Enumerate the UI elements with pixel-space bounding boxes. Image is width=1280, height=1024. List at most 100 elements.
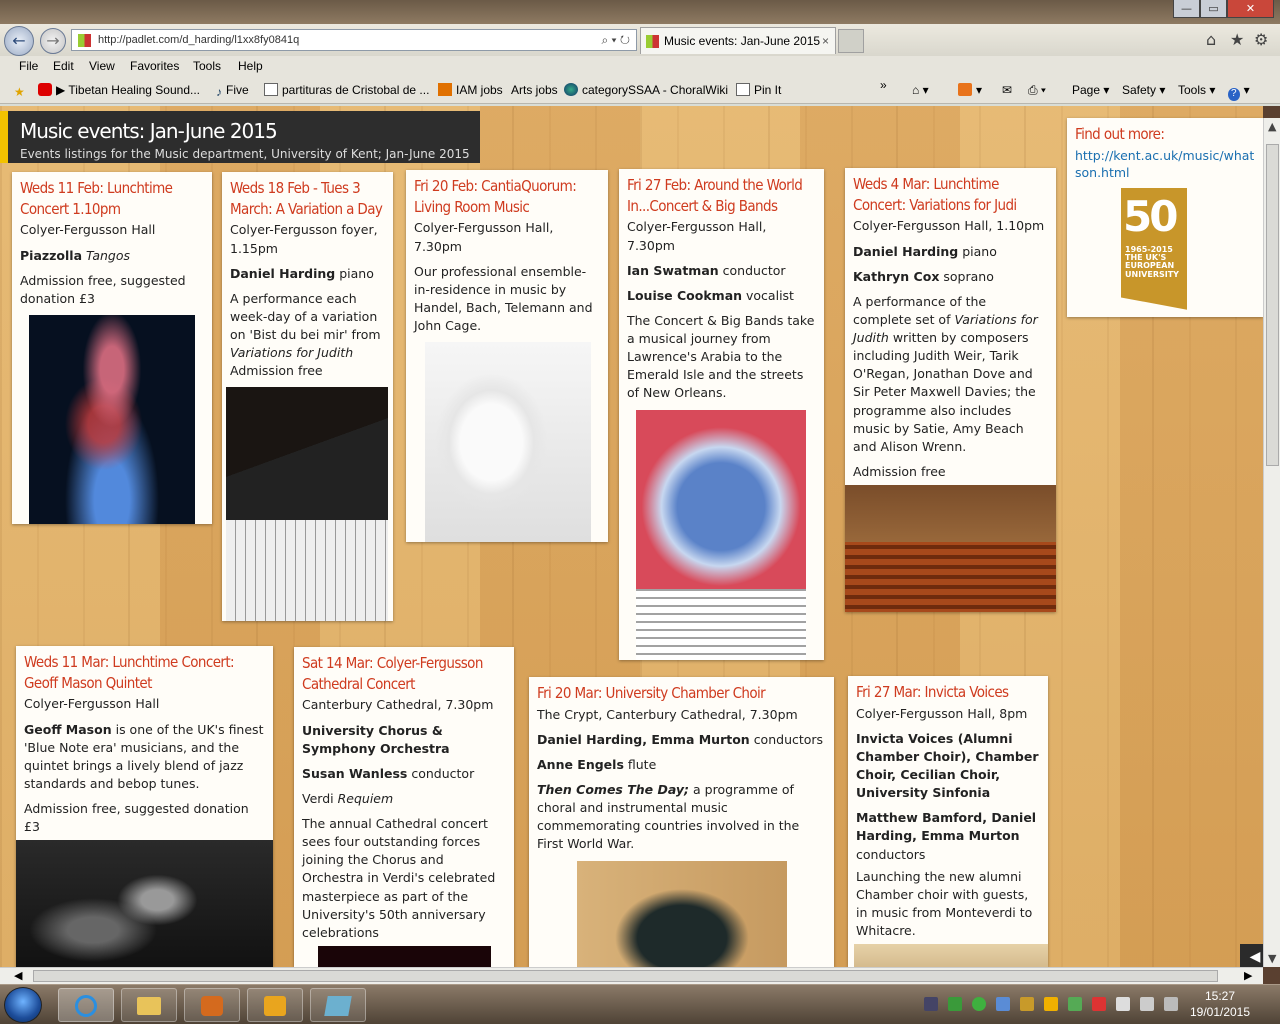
home-dropdown-icon[interactable]: ⌂ ▾	[912, 83, 929, 97]
rss-feed-icon[interactable]: ▾	[958, 83, 982, 97]
scroll-up-icon[interactable]: ▲	[1268, 120, 1276, 133]
event-description: The Concert & Big Bands take a musical j…	[627, 312, 815, 401]
media-player-taskbar-icon[interactable]	[184, 988, 240, 1022]
system-clock[interactable]: 15:27 19/01/2015	[1180, 988, 1260, 1020]
file-explorer-taskbar-icon[interactable]	[121, 988, 177, 1022]
scroll-right-icon[interactable]: ▶	[1244, 969, 1252, 982]
horizontal-scroll-thumb[interactable]	[33, 970, 1218, 982]
maximize-button[interactable]: ▭	[1200, 0, 1227, 18]
fav-tibetan[interactable]: ▶ Tibetan Healing Sound...	[38, 83, 200, 97]
event-role: conductors	[753, 731, 824, 747]
jazz-band-photo	[16, 840, 273, 967]
home-icon[interactable]: ⌂	[1206, 30, 1216, 49]
event-note: Admission free	[230, 363, 323, 379]
fav-choralwiki-label: categorySSAA - ChoralWiki	[582, 83, 729, 97]
event-role: piano	[339, 265, 374, 281]
event-heading: Weds 11 Feb: Lunchtime Concert 1.10pm	[20, 179, 173, 218]
menu-favorites[interactable]: Favorites	[130, 59, 179, 73]
close-window-button[interactable]: ✕	[1227, 0, 1274, 18]
tray-display-icon[interactable]	[996, 997, 1010, 1011]
event-description: Our professional ensemble-in-residence i…	[414, 263, 593, 333]
page-menu[interactable]: Page ▾	[1072, 83, 1109, 97]
event-card[interactable]: Fri 20 Mar: University Chamber Choir The…	[529, 677, 834, 967]
event-card[interactable]: Weds 4 Mar: Lunchtime Concert: Variation…	[845, 168, 1056, 612]
clock-date: 19/01/2015	[1189, 1005, 1251, 1019]
tab-music-events[interactable]: Music events: Jan-June 2015 ×	[640, 27, 836, 54]
tray-check-icon[interactable]	[972, 997, 986, 1011]
tray-network-icon[interactable]	[924, 997, 938, 1011]
event-work: Variations for Judith	[230, 345, 354, 361]
start-button[interactable]	[4, 987, 42, 1023]
search-refresh-icon[interactable]: ⌕ ▾ ↻	[601, 30, 630, 50]
minimize-button[interactable]: —	[1173, 0, 1200, 18]
tray-speaker-icon[interactable]	[1164, 997, 1178, 1011]
address-bar[interactable]: http://padlet.com/d_harding/l1xx8fy0841q…	[71, 29, 637, 51]
event-note: Admission free	[853, 463, 946, 479]
page-icon	[264, 83, 278, 96]
fav-arts-jobs-label: Arts jobs	[511, 83, 558, 97]
back-button[interactable]: ←	[4, 26, 34, 56]
menu-file[interactable]: File	[19, 59, 38, 73]
tray-monitor-icon[interactable]	[1140, 997, 1154, 1011]
event-card[interactable]: Fri 27 Feb: Around the World In...Concer…	[619, 169, 824, 660]
menu-edit[interactable]: Edit	[53, 59, 74, 73]
event-performer: Susan Wanless	[302, 765, 408, 781]
new-tab-button[interactable]	[838, 29, 864, 53]
fav-iam-jobs[interactable]: IAM jobs	[438, 83, 503, 97]
event-role: conductors	[856, 846, 926, 862]
fav-five[interactable]: ♪ Five	[216, 83, 249, 99]
event-note: Admission free, suggested donation £3	[24, 801, 249, 835]
event-card[interactable]: Fri 20 Feb: CantiaQuorum: Living Room Mu…	[406, 170, 608, 542]
favorites-star-icon[interactable]: ★	[1230, 30, 1244, 49]
tray-flag-icon[interactable]	[1116, 997, 1130, 1011]
scroll-left-icon[interactable]: ◀	[14, 969, 22, 982]
menu-view[interactable]: View	[89, 59, 115, 73]
app-taskbar-icon[interactable]	[310, 988, 366, 1022]
fav-pin-it[interactable]: Pin It	[736, 83, 781, 97]
event-card[interactable]: Sat 14 Mar: Colyer-Fergusson Cathedral C…	[294, 647, 514, 967]
safety-menu[interactable]: Safety ▾	[1122, 83, 1165, 97]
fav-partituras-label: partituras de Cristobal de ...	[282, 83, 430, 97]
event-card[interactable]: Weds 11 Mar: Lunchtime Concert: Geoff Ma…	[16, 646, 273, 967]
tray-mail-icon[interactable]	[1020, 997, 1034, 1011]
internet-explorer-taskbar-icon[interactable]	[58, 988, 114, 1022]
vertical-scroll-thumb[interactable]	[1266, 144, 1279, 466]
fav-choralwiki[interactable]: categorySSAA - ChoralWiki	[564, 83, 728, 97]
help-icon[interactable]: ? ▾	[1228, 83, 1250, 101]
event-card[interactable]: Weds 11 Feb: Lunchtime Concert 1.10pm Co…	[12, 172, 212, 524]
find-out-more-card[interactable]: Find out more: http://kent.ac.uk/music/w…	[1067, 118, 1263, 317]
sidebar-toggle-icon[interactable]: ◀	[1240, 944, 1263, 967]
mail-icon[interactable]: ✉	[1002, 83, 1012, 97]
padlet-favicon-icon	[78, 34, 91, 47]
windows-taskbar: 15:27 19/01/2015	[0, 984, 1280, 1024]
kent-50-logo: 50 1965-2015 THE UK'S EUROPEAN UNIVERSIT…	[1121, 187, 1187, 310]
favorites-star-icon[interactable]: ★	[14, 83, 29, 99]
tray-sync-icon[interactable]	[948, 997, 962, 1011]
vertical-scrollbar[interactable]: ▲ ▼	[1263, 118, 1280, 967]
whatson-link[interactable]: http://kent.ac.uk/music/whatson.html	[1075, 147, 1255, 182]
settings-gear-icon[interactable]: ⚙	[1254, 30, 1268, 49]
event-heading: Fri 27 Feb: Around the World In...Concer…	[627, 176, 803, 215]
print-icon[interactable]: ⎙ ▾	[1028, 83, 1046, 98]
horizontal-scrollbar[interactable]: ◀ ▶	[0, 967, 1263, 984]
tray-norton-icon[interactable]	[1044, 997, 1058, 1011]
tab-close-icon[interactable]: ×	[822, 28, 829, 54]
tab-title: Music events: Jan-June 2015	[664, 34, 821, 48]
menu-help[interactable]: Help	[238, 59, 263, 73]
event-venue: Canterbury Cathedral, 7.30pm	[302, 697, 494, 713]
fav-arts-jobs[interactable]: Arts jobs	[511, 83, 558, 97]
fav-partituras[interactable]: partituras de Cristobal de ...	[264, 83, 429, 97]
tray-dropbox-icon[interactable]	[1068, 997, 1082, 1011]
tools-menu[interactable]: Tools ▾	[1178, 83, 1215, 97]
menu-tools[interactable]: Tools	[193, 59, 221, 73]
event-card[interactable]: Fri 27 Mar: Invicta Voices Colyer-Fergus…	[848, 676, 1048, 967]
event-venue: Colyer-Fergusson Hall, 7.30pm	[414, 220, 554, 254]
tray-volume-icon[interactable]	[1092, 997, 1106, 1011]
chevron-more-icon[interactable]: »	[880, 78, 887, 92]
event-card[interactable]: Weds 18 Feb - Tues 3 March: A Variation …	[222, 172, 393, 621]
scroll-down-icon[interactable]: ▼	[1268, 952, 1276, 965]
outlook-taskbar-icon[interactable]	[247, 988, 303, 1022]
forward-button[interactable]: →	[40, 28, 66, 54]
event-description: A performance each week-day of a variati…	[230, 290, 381, 342]
browser-chrome: — ▭ ✕ ← → http://padlet.com/d_harding/l1…	[0, 0, 1280, 106]
